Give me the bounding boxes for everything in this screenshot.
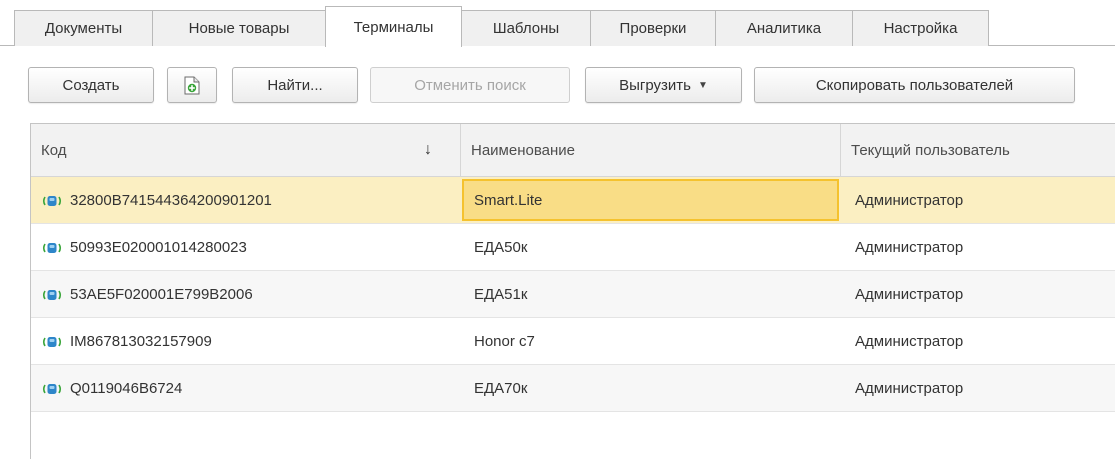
add-document-icon — [184, 76, 200, 95]
column-header-name[interactable]: Наименование — [461, 124, 841, 177]
cell-name-text: ЕДА51к — [474, 286, 528, 303]
cell-code-text: 32800B741544364200901201 — [70, 192, 272, 209]
export-dropdown-button[interactable]: Выгрузить ▼ — [585, 67, 742, 103]
cell-user[interactable]: Администратор — [841, 365, 1115, 412]
cell-name[interactable]: ЕДА70к — [461, 365, 841, 412]
cell-user-text: Администратор — [855, 286, 964, 303]
cell-user-text: Администратор — [855, 239, 964, 256]
cell-name[interactable]: ЕДА51к — [461, 271, 841, 318]
column-header-label: Наименование — [471, 142, 575, 159]
tab-label: Настройка — [883, 20, 958, 37]
cell-user[interactable]: Администратор — [841, 318, 1115, 365]
column-header-label: Код — [41, 142, 67, 159]
tab-terminals[interactable]: Терминалы — [325, 6, 462, 47]
cell-name[interactable]: Smart.Lite — [461, 177, 841, 224]
tab-bar: Документы Новые товары Терминалы Шаблоны… — [0, 0, 1115, 47]
cell-code-text: 53AE5F020001E799B2006 — [70, 286, 253, 303]
cell-name-text: ЕДА70к — [474, 380, 528, 397]
cell-user[interactable]: Администратор — [841, 224, 1115, 271]
tab-label: Новые товары — [188, 20, 290, 37]
cell-code[interactable]: 53AE5F020001E799B2006 — [31, 271, 461, 318]
table-row[interactable]: IM867813032157909 Honor c7 Администратор — [31, 318, 1115, 365]
tab-new-goods[interactable]: Новые товары — [152, 10, 326, 46]
find-button[interactable]: Найти... — [232, 67, 358, 103]
column-header-current-user[interactable]: Текущий пользователь — [841, 124, 1115, 177]
cell-name[interactable]: Honor c7 — [461, 318, 841, 365]
tab-templates[interactable]: Шаблоны — [461, 10, 591, 46]
column-header-label: Текущий пользователь — [851, 142, 1010, 159]
copy-users-button[interactable]: Скопировать пользователей — [754, 67, 1075, 103]
terminal-icon — [41, 194, 63, 208]
cell-name-text: Honor c7 — [474, 333, 535, 350]
tab-label: Проверки — [619, 20, 687, 37]
table-row[interactable]: Q0119046B6724 ЕДА70к Администратор — [31, 365, 1115, 412]
cancel-search-button[interactable]: Отменить поиск — [370, 67, 570, 103]
terminal-icon — [41, 288, 63, 302]
cell-code[interactable]: IM867813032157909 — [31, 318, 461, 365]
cell-code[interactable]: 50993E020001014280023 — [31, 224, 461, 271]
cell-name-text: ЕДА50к — [474, 239, 528, 256]
tab-label: Документы — [44, 20, 123, 37]
cell-code[interactable]: 32800B741544364200901201 — [31, 177, 461, 224]
table-row[interactable]: 50993E020001014280023 ЕДА50к Администрат… — [31, 224, 1115, 271]
terminal-icon — [41, 241, 63, 255]
cell-user-text: Администратор — [855, 192, 964, 209]
table-header: Код ↓ Наименование Текущий пользователь — [31, 124, 1115, 177]
cell-code-text: 50993E020001014280023 — [70, 239, 247, 256]
tab-documents[interactable]: Документы — [14, 10, 153, 46]
copy-users-label: Скопировать пользователей — [815, 76, 1014, 94]
cancel-search-label: Отменить поиск — [414, 76, 526, 94]
cell-code-text: Q0119046B6724 — [70, 380, 183, 397]
cell-user-text: Администратор — [855, 333, 964, 350]
cell-name-text: Smart.Lite — [474, 192, 543, 209]
cell-code-text: IM867813032157909 — [70, 333, 212, 350]
tab-label: Терминалы — [353, 18, 434, 36]
terminal-icon — [41, 335, 63, 349]
find-button-label: Найти... — [267, 76, 323, 94]
cell-code[interactable]: Q0119046B6724 — [31, 365, 461, 412]
tab-label: Аналитика — [746, 20, 822, 37]
terminals-table[interactable]: Код ↓ Наименование Текущий пользователь … — [30, 123, 1115, 459]
add-document-button[interactable] — [167, 67, 217, 103]
table-row[interactable]: 53AE5F020001E799B2006 ЕДА51к Администрат… — [31, 271, 1115, 318]
export-button-label: Выгрузить — [619, 76, 691, 94]
tab-label: Шаблоны — [492, 20, 560, 37]
cell-name[interactable]: ЕДА50к — [461, 224, 841, 271]
tab-checks[interactable]: Проверки — [590, 10, 716, 46]
column-header-code[interactable]: Код — [31, 124, 461, 177]
terminal-icon — [41, 382, 63, 396]
table-row[interactable]: 32800B741544364200901201 Smart.Lite Адми… — [31, 177, 1115, 224]
cell-user[interactable]: Администратор — [841, 271, 1115, 318]
tab-analytics[interactable]: Аналитика — [715, 10, 853, 46]
tab-settings[interactable]: Настройка — [852, 10, 989, 46]
create-button-label: Создать — [62, 76, 120, 94]
cell-user-text: Администратор — [855, 380, 964, 397]
create-button[interactable]: Создать — [28, 67, 154, 103]
cell-user[interactable]: Администратор — [841, 177, 1115, 224]
sort-descending-icon: ↓ — [424, 141, 432, 158]
chevron-down-icon: ▼ — [697, 79, 708, 91]
